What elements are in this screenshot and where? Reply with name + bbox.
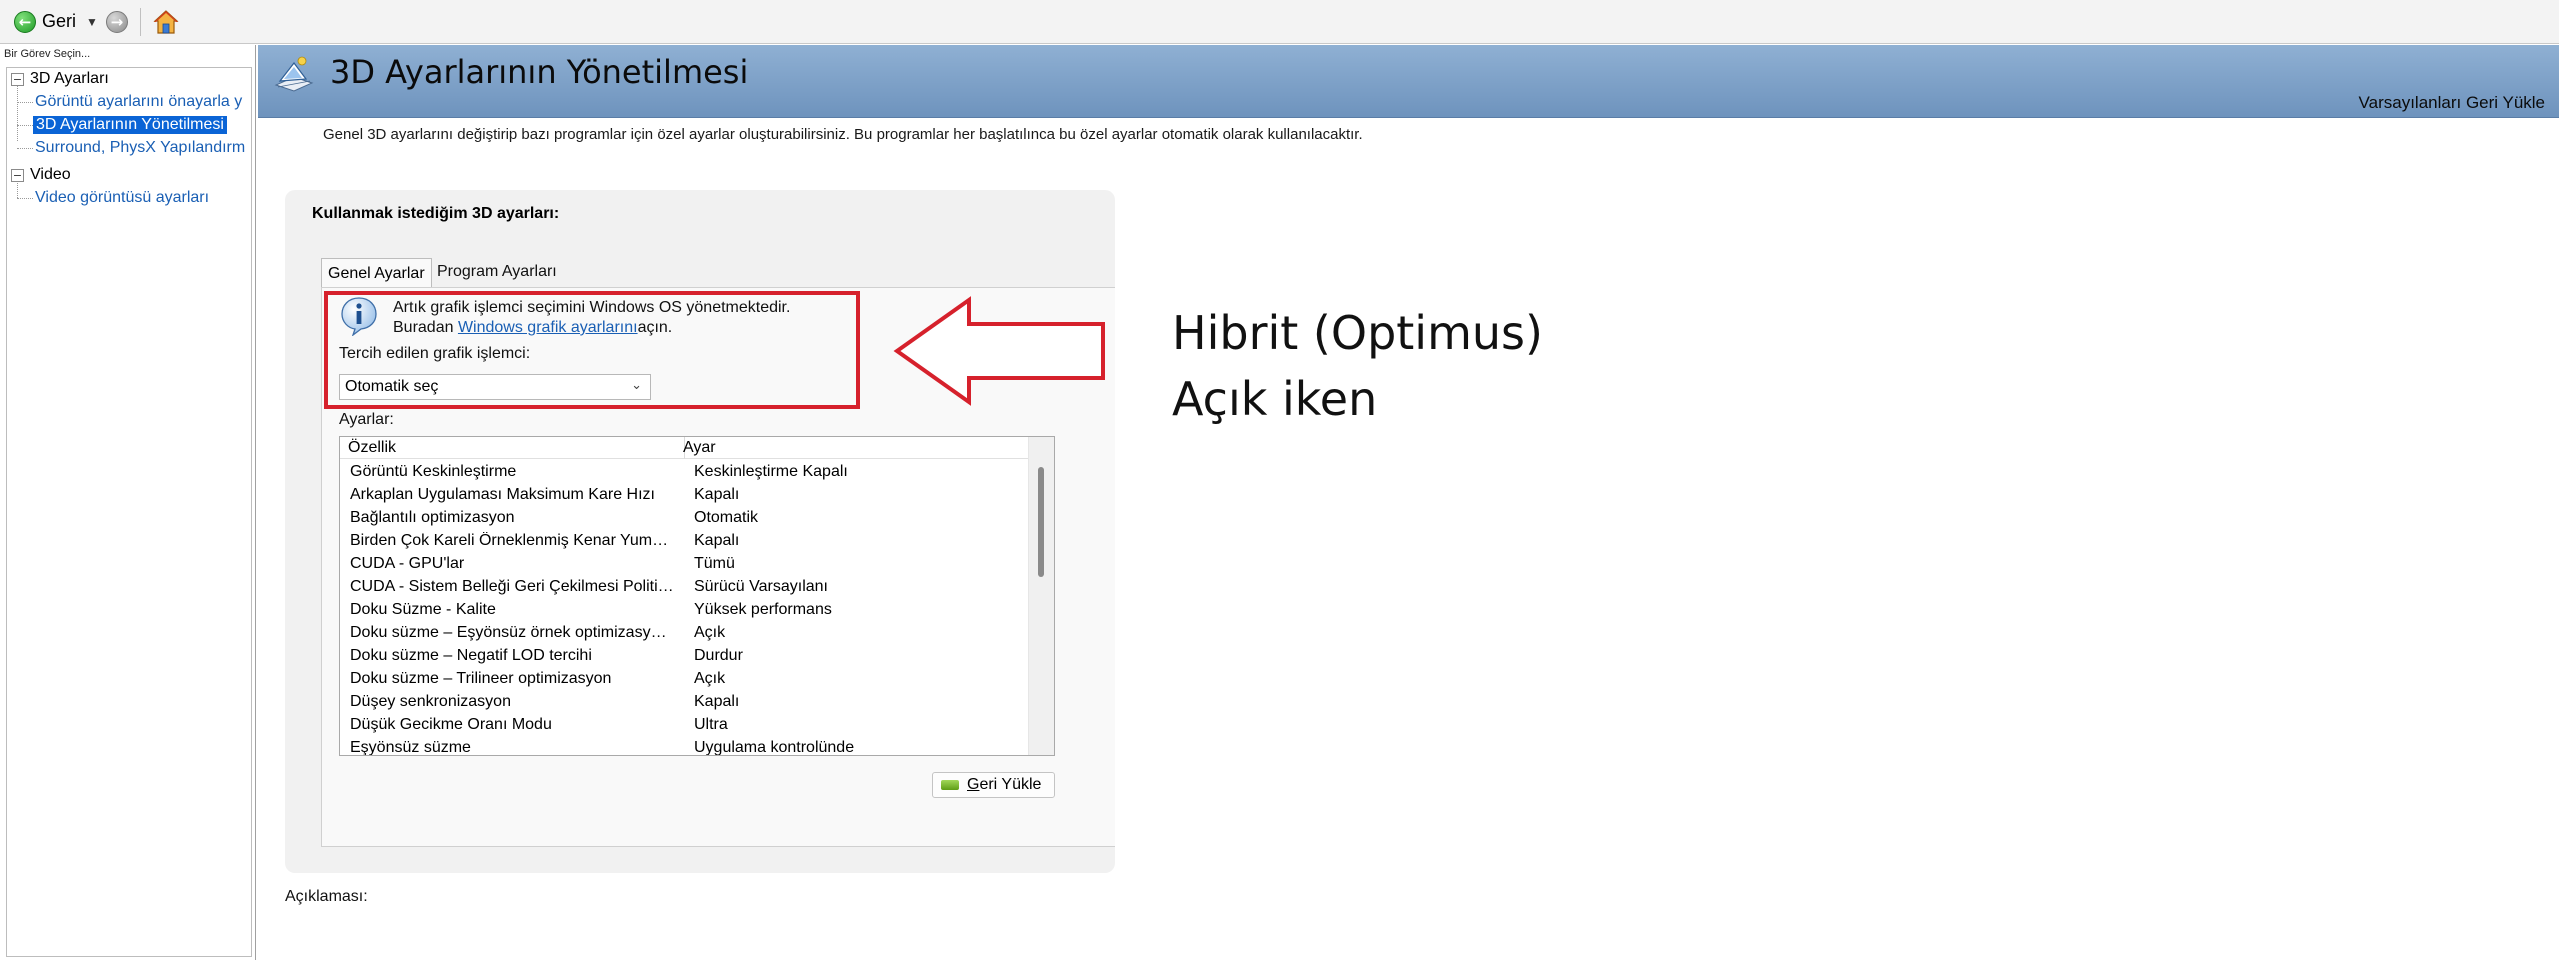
tab-program-settings[interactable]: Program Ayarları xyxy=(431,258,563,286)
task-tree[interactable]: − 3D Ayarları Görüntü ayarlarını önayarl… xyxy=(6,67,252,957)
table-row[interactable]: Bağlantılı optimizasyon Otomatik xyxy=(340,507,1030,530)
tree-node-label: Video xyxy=(30,166,71,183)
tree-connector xyxy=(17,125,33,126)
feature-cell: Doku Süzme - Kalite xyxy=(350,601,496,618)
task-pane-caption: Bir Görev Seçin... xyxy=(4,48,91,60)
home-button[interactable] xyxy=(149,5,183,39)
table-header: Özellik Ayar xyxy=(340,437,1030,459)
forward-arrow-icon: → xyxy=(105,10,128,33)
restore-defaults-link[interactable]: Varsayılanları Geri Yükle xyxy=(2359,93,2545,113)
table-row[interactable]: Düşük Gecikme Oranı Modu Ultra xyxy=(340,714,1030,737)
column-header-feature[interactable]: Özellik xyxy=(348,439,396,457)
feature-cell: Doku süzme – Trilineer optimizasyon xyxy=(350,670,612,687)
tree-item-image-preset[interactable]: Görüntü ayarlarını önayarla y xyxy=(35,91,242,113)
scrollbar-thumb[interactable] xyxy=(1038,467,1044,577)
setting-cell[interactable]: Sürücü Varsayılanı xyxy=(694,578,828,596)
tree-item-manage-3d[interactable]: 3D Ayarlarının Yönetilmesi xyxy=(33,114,227,136)
table-row[interactable]: Doku süzme – Trilineer optimizasyon Açık xyxy=(340,668,1030,691)
feature-cell: CUDA - GPU'lar xyxy=(350,555,465,572)
tree-item-surround-physx[interactable]: Surround, PhysX Yapılandırm xyxy=(35,137,245,159)
tree-item-video-display[interactable]: Video görüntüsü ayarları xyxy=(35,187,209,209)
feature-cell: Bağlantılı optimizasyon xyxy=(350,509,515,526)
settings-label: Ayarlar: xyxy=(339,411,394,428)
feature-cell: CUDA - Sistem Belleği Geri Çekilmesi Pol… xyxy=(350,578,675,595)
description-label: Açıklaması: xyxy=(285,888,368,905)
tree-connector xyxy=(17,102,33,103)
restore-button[interactable]: Geri Yükle xyxy=(932,772,1055,798)
tree-item-label: Surround, PhysX Yapılandırm xyxy=(35,139,246,156)
table-row[interactable]: Doku süzme – Negatif LOD tercihi Durdur xyxy=(340,645,1030,668)
setting-cell[interactable]: Kapalı xyxy=(694,693,739,711)
table-row[interactable]: Arkaplan Uygulaması Maksimum Kare Hızı Ka… xyxy=(340,484,1030,507)
back-label: Geri xyxy=(42,11,77,31)
nvidia-icon xyxy=(941,780,959,790)
feature-cell: Görüntü Keskinleştirme xyxy=(350,463,517,480)
group-heading: Kullanmak istediğim 3D ayarları: xyxy=(312,205,560,222)
intro-text: Genel 3D ayarlarını değiştirip bazı prog… xyxy=(323,126,1363,143)
task-pane: Bir Görev Seçin... − 3D Ayarları Görüntü… xyxy=(0,45,256,960)
annotation-line-2: Açık iken xyxy=(1172,372,1378,426)
annotation-highlight-box xyxy=(324,291,860,409)
back-arrow-icon: ← xyxy=(14,10,36,33)
tab-general-settings[interactable]: Genel Ayarlar xyxy=(321,258,432,288)
column-header-setting[interactable]: Ayar xyxy=(683,439,716,457)
feature-cell: Doku süzme – Negatif LOD tercihi xyxy=(350,647,592,664)
table-row[interactable]: CUDA - GPU'lar Tümü xyxy=(340,553,1030,576)
tree-node-label: 3D Ayarları xyxy=(30,70,109,87)
table-row[interactable]: CUDA - Sistem Belleği Geri Çekilmesi Pol… xyxy=(340,576,1030,599)
annotation-arrow-icon xyxy=(893,296,1105,406)
feature-cell: Düşey senkronizasyon xyxy=(350,693,511,710)
page-header: 3D Ayarlarının Yönetilmesi Varsayılanlar… xyxy=(258,45,2559,118)
page-title: 3D Ayarlarının Yönetilmesi xyxy=(330,53,749,91)
setting-cell[interactable]: Kapalı xyxy=(694,486,739,504)
setting-cell[interactable]: Uygulama kontrolünde xyxy=(694,739,854,755)
table-row[interactable]: Doku süzme – Eşyönsüz örnek optimizasyon… xyxy=(340,622,1030,645)
collapse-icon[interactable]: − xyxy=(11,72,24,86)
feature-cell: Düşük Gecikme Oranı Modu xyxy=(350,716,552,733)
restore-button-hotkey: G xyxy=(967,776,980,793)
setting-cell[interactable]: Durdur xyxy=(694,647,743,665)
tree-item-label: 3D Ayarlarının Yönetilmesi xyxy=(33,116,227,134)
tree-node-video[interactable]: − Video xyxy=(7,164,71,186)
setting-cell[interactable]: Otomatik xyxy=(694,509,758,527)
tree-item-label: Video görüntüsü ayarları xyxy=(35,189,210,206)
3d-settings-icon xyxy=(274,56,314,92)
tree-connector xyxy=(17,85,18,141)
restore-button-label: Geri Yükle xyxy=(967,776,1041,794)
toolbar: ← Geri ▼ → xyxy=(0,0,2559,44)
home-icon xyxy=(153,9,179,34)
feature-cell: Eşyönsüz süzme xyxy=(350,739,471,756)
feature-cell: Birden Çok Kareli Örneklenmiş Kenar Yumu… xyxy=(350,532,675,549)
restore-button-label-rest: eri Yükle xyxy=(979,776,1042,793)
collapse-icon[interactable]: − xyxy=(11,168,24,182)
feature-cell: Arkaplan Uygulaması Maksimum Kare Hızı xyxy=(350,486,655,503)
table-row[interactable]: Eşyönsüz süzme Uygulama kontrolünde xyxy=(340,737,1030,756)
toolbar-separator xyxy=(139,7,141,36)
settings-table[interactable]: Özellik Ayar Görüntü Keskinleştirme Keski… xyxy=(339,436,1055,756)
table-row[interactable]: Görüntü Keskinleştirme Keskinleştirme Kap… xyxy=(340,461,1030,484)
setting-cell[interactable]: Ultra xyxy=(694,716,728,734)
setting-cell[interactable]: Yüksek performans xyxy=(694,601,832,619)
setting-cell[interactable]: Tümü xyxy=(694,555,735,573)
table-row[interactable]: Birden Çok Kareli Örneklenmiş Kenar Yumu… xyxy=(340,530,1030,553)
back-button[interactable]: ← Geri ▼ xyxy=(10,5,102,39)
feature-cell: Doku süzme – Eşyönsüz örnek optimizasyon… xyxy=(350,624,675,641)
annotation-text: Hibrit (Optimus) Açık iken xyxy=(1172,300,1543,432)
setting-cell[interactable]: Açık xyxy=(694,670,725,688)
tree-connector xyxy=(17,198,33,199)
setting-cell[interactable]: Açık xyxy=(694,624,725,642)
table-row[interactable]: Doku Süzme - Kalite Yüksek performans xyxy=(340,599,1030,622)
tree-connector xyxy=(17,148,33,149)
vertical-scrollbar[interactable] xyxy=(1028,437,1054,755)
forward-button[interactable]: → xyxy=(102,5,132,39)
tree-node-3d-settings[interactable]: − 3D Ayarları xyxy=(7,68,109,90)
tree-item-label: Görüntü ayarlarını önayarla y xyxy=(35,93,243,110)
setting-cell[interactable]: Kapalı xyxy=(694,532,739,550)
setting-cell[interactable]: Keskinleştirme Kapalı xyxy=(694,463,848,481)
annotation-line-1: Hibrit (Optimus) xyxy=(1172,306,1543,360)
table-row[interactable]: Düşey senkronizasyon Kapalı xyxy=(340,691,1030,714)
back-history-dropdown-icon[interactable]: ▼ xyxy=(86,15,98,29)
